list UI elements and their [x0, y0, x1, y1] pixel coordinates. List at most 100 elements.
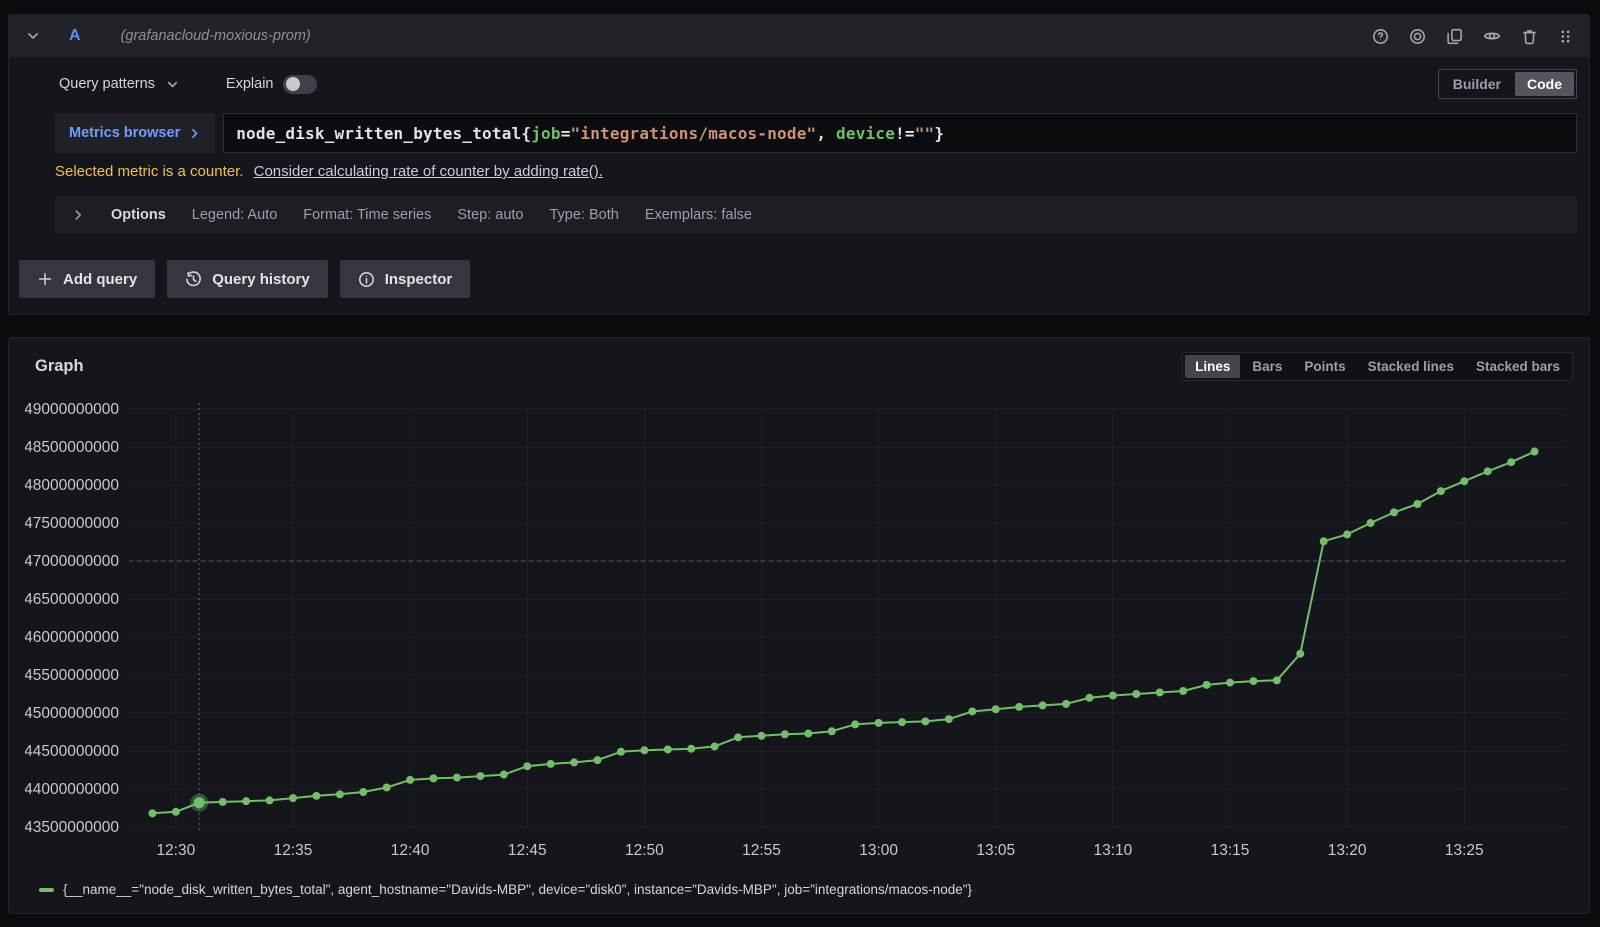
data-point: [664, 745, 672, 753]
plus-icon: [37, 271, 53, 287]
y-axis-label: 746500000000: [25, 591, 119, 608]
data-point: [1249, 677, 1257, 685]
counter-warning: Selected metric is a counter. Consider c…: [47, 163, 1577, 180]
collapse-query-chevron-icon[interactable]: [25, 28, 41, 44]
metrics-browser-chevron-icon: [188, 127, 201, 140]
options-bar[interactable]: Options Legend: AutoFormat: Time seriesS…: [55, 196, 1577, 234]
help-icon[interactable]: [1372, 28, 1389, 45]
y-axis-label: 744500000000: [25, 743, 119, 760]
button-label: Query history: [212, 271, 310, 288]
editor-mode-code[interactable]: Code: [1515, 72, 1574, 96]
data-point: [242, 797, 250, 805]
explain-toggle[interactable]: [283, 75, 317, 94]
options-chevron-icon[interactable]: [71, 208, 85, 222]
options-label[interactable]: Options: [111, 207, 166, 223]
hide-response-icon[interactable]: [1483, 27, 1501, 45]
data-point: [570, 758, 578, 766]
graph-panel: Graph LinesBarsPointsStacked linesStacke…: [8, 337, 1590, 914]
y-axis-label: 746000000000: [25, 629, 119, 646]
history-icon: [185, 271, 202, 288]
remove-query-icon[interactable]: [1521, 28, 1538, 45]
graph-title: Graph: [35, 357, 84, 376]
query-patterns-button[interactable]: Query patterns: [59, 76, 155, 92]
data-point: [1062, 700, 1070, 708]
chart-canvas[interactable]: 7435000000007440000000007445000000007450…: [25, 397, 1577, 875]
y-axis-label: 748500000000: [25, 439, 119, 456]
data-point: [336, 790, 344, 798]
data-point: [1531, 448, 1539, 456]
data-point: [734, 733, 742, 741]
add-rate-link[interactable]: Consider calculating rate of counter by …: [254, 163, 603, 180]
data-point: [921, 717, 929, 725]
metrics-browser-label: Metrics browser: [69, 125, 180, 141]
legend-series-label[interactable]: {__name__="node_disk_written_bytes_total…: [63, 882, 972, 897]
graph-style-switch: LinesBarsPointsStacked linesStacked bars: [1182, 352, 1573, 381]
option-legend: Legend: Auto: [192, 207, 277, 223]
data-point: [1179, 687, 1187, 695]
query-ref-id: A: [69, 27, 81, 45]
data-point: [781, 730, 789, 738]
data-point: [1203, 681, 1211, 689]
duplicate-query-icon[interactable]: [1446, 28, 1463, 45]
query-segment-label: job: [531, 124, 561, 143]
y-axis-label: 747500000000: [25, 515, 119, 532]
query-row-header[interactable]: A (grafanacloud-moxious-prom): [9, 15, 1589, 57]
hover-point: [194, 797, 205, 808]
data-point: [992, 705, 1000, 713]
toggle-knob: [286, 77, 300, 91]
option-format: Format: Time series: [303, 207, 431, 223]
data-point: [1156, 688, 1164, 696]
graph-style-bars[interactable]: Bars: [1242, 355, 1292, 378]
data-point: [359, 788, 367, 796]
data-point: [1484, 467, 1492, 475]
graph-style-points[interactable]: Points: [1294, 355, 1355, 378]
data-point: [1437, 487, 1445, 495]
legend-row: {__name__="node_disk_written_bytes_total…: [25, 878, 1573, 903]
explore-page: A (grafanacloud-moxious-prom) Query patt…: [0, 0, 1600, 914]
data-point: [430, 774, 438, 782]
x-axis-label: 12:45: [508, 842, 547, 859]
data-point: [968, 707, 976, 715]
query-patterns-chevron-icon[interactable]: [165, 77, 180, 92]
query-segment-default: }: [934, 124, 944, 143]
query-segment-default: node_disk_written_bytes_total{: [236, 124, 531, 143]
x-axis-label: 13:15: [1211, 842, 1250, 859]
options-summary: Legend: AutoFormat: Time seriesStep: aut…: [192, 207, 752, 223]
chart-area: 7435000000007440000000007445000000007450…: [25, 397, 1573, 878]
query-segment-default: =: [561, 124, 571, 143]
query-editor-panel: A (grafanacloud-moxious-prom) Query patt…: [8, 14, 1590, 315]
data-point: [1132, 690, 1140, 698]
data-point: [617, 748, 625, 756]
x-axis-label: 13:00: [859, 842, 898, 859]
data-point: [523, 762, 531, 770]
y-axis-label: 747000000000: [25, 553, 119, 570]
metrics-browser-button[interactable]: Metrics browser: [55, 113, 215, 153]
data-point: [1039, 701, 1047, 709]
data-point: [1015, 703, 1023, 711]
data-point: [1507, 458, 1515, 466]
promql-query-input[interactable]: node_disk_written_bytes_total{job="integ…: [223, 113, 1577, 153]
add-query-button[interactable]: Add query: [19, 260, 155, 298]
data-point: [757, 732, 765, 740]
disable-query-icon[interactable]: [1409, 28, 1426, 45]
x-axis-label: 12:30: [156, 842, 195, 859]
data-point: [851, 720, 859, 728]
y-axis-label: 745000000000: [25, 705, 119, 722]
query-history-button[interactable]: Query history: [167, 260, 328, 298]
x-axis-label: 12:35: [274, 842, 313, 859]
editor-mode-builder[interactable]: Builder: [1441, 72, 1513, 96]
legend-series-swatch: [39, 888, 54, 892]
x-axis-label: 12:55: [742, 842, 781, 859]
inspector-button[interactable]: Inspector: [340, 260, 471, 298]
data-point: [804, 730, 812, 738]
graph-style-stacked-lines[interactable]: Stacked lines: [1358, 355, 1464, 378]
button-label: Inspector: [385, 271, 453, 288]
graph-style-stacked-bars[interactable]: Stacked bars: [1466, 355, 1570, 378]
x-axis-label: 13:20: [1328, 842, 1367, 859]
data-point: [1413, 500, 1421, 508]
drag-handle-icon[interactable]: [1558, 28, 1573, 45]
data-point: [1460, 477, 1468, 485]
data-point: [266, 796, 274, 804]
button-label: Add query: [63, 271, 137, 288]
graph-style-lines[interactable]: Lines: [1185, 355, 1240, 378]
